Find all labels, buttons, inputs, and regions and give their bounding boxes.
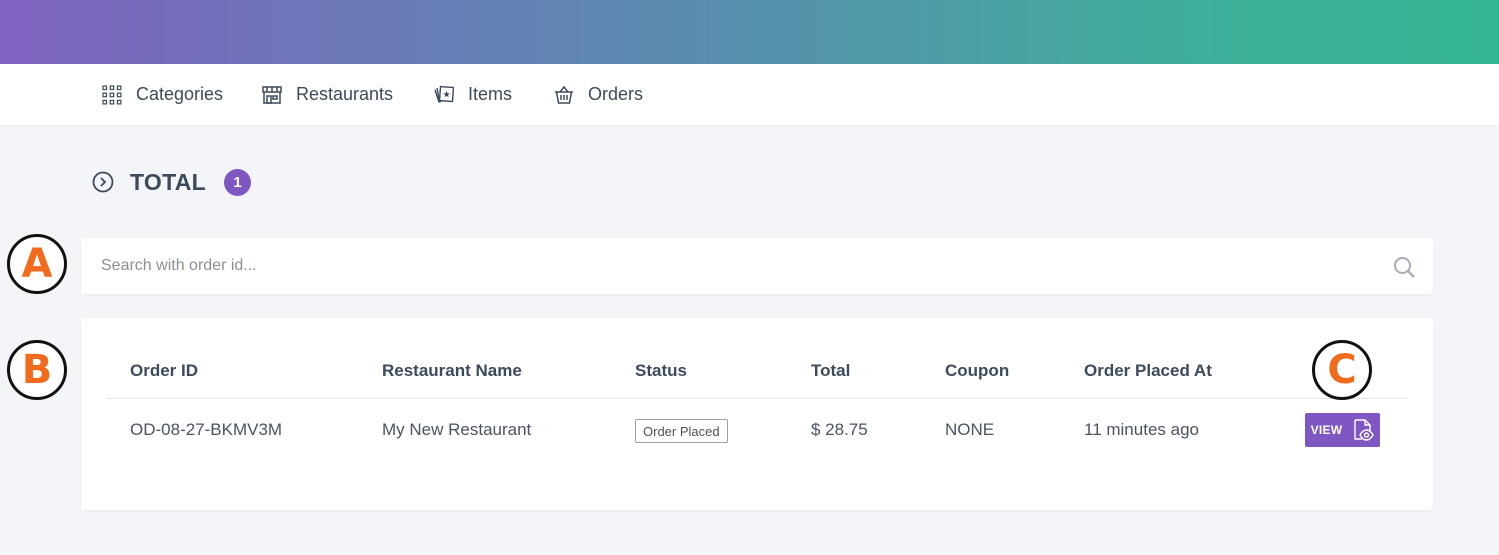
nav-item-items[interactable]: Items [434, 64, 512, 125]
count-badge: 1 [224, 168, 252, 196]
images-icon [434, 85, 454, 103]
nav-item-categories[interactable]: Categories [102, 64, 223, 125]
status-badge: Order Placed [635, 419, 728, 443]
view-button-label: VIEW [1310, 423, 1343, 437]
total-heading: TOTAL 1 [92, 166, 252, 198]
basket-icon [555, 85, 573, 104]
nav-item-label: Restaurants [296, 84, 394, 104]
table-header-divider [106, 398, 1408, 399]
store-icon [262, 85, 282, 104]
column-header-status: Status [635, 361, 687, 380]
restaurant-cell: My New Restaurant [382, 420, 532, 439]
main-nav: Categories Restaurants Items Orders [0, 64, 1499, 125]
annotation-marker-c: C [1312, 340, 1372, 400]
grid-icon [102, 84, 122, 104]
column-header-order-id: Order ID [130, 361, 199, 380]
annotation-marker-b: B [7, 340, 67, 400]
total-cell: $ 28.75 [811, 420, 868, 439]
column-header-coupon: Coupon [945, 361, 1010, 380]
nav-item-label: Items [468, 84, 513, 104]
nav-item-restaurants[interactable]: Restaurants [262, 64, 393, 125]
search-input[interactable] [81, 238, 1361, 294]
nav-item-label: Categories [136, 84, 224, 104]
top-gradient-bar [0, 0, 1499, 64]
nav-item-orders[interactable]: Orders [554, 64, 643, 125]
nav-item-label: Orders [588, 84, 644, 104]
search-card [81, 238, 1433, 294]
column-header-restaurant: Restaurant Name [382, 361, 522, 380]
orders-table: Order ID Restaurant Name Status Total Co… [81, 318, 1433, 510]
view-order-button[interactable]: VIEW [1305, 413, 1380, 447]
annotation-marker-a: A [7, 234, 67, 294]
column-header-total: Total [811, 361, 851, 380]
page-title: TOTAL [130, 168, 207, 195]
coupon-cell: NONE [945, 420, 995, 439]
search-icon[interactable] [1393, 256, 1415, 278]
chevron-right-circle-icon [92, 171, 114, 193]
order-id-cell: OD-08-27-BKMV3M [130, 420, 283, 439]
placed-at-cell: 11 minutes ago [1084, 420, 1199, 439]
column-header-placed-at: Order Placed At [1084, 361, 1212, 380]
view-document-icon [1354, 419, 1375, 441]
